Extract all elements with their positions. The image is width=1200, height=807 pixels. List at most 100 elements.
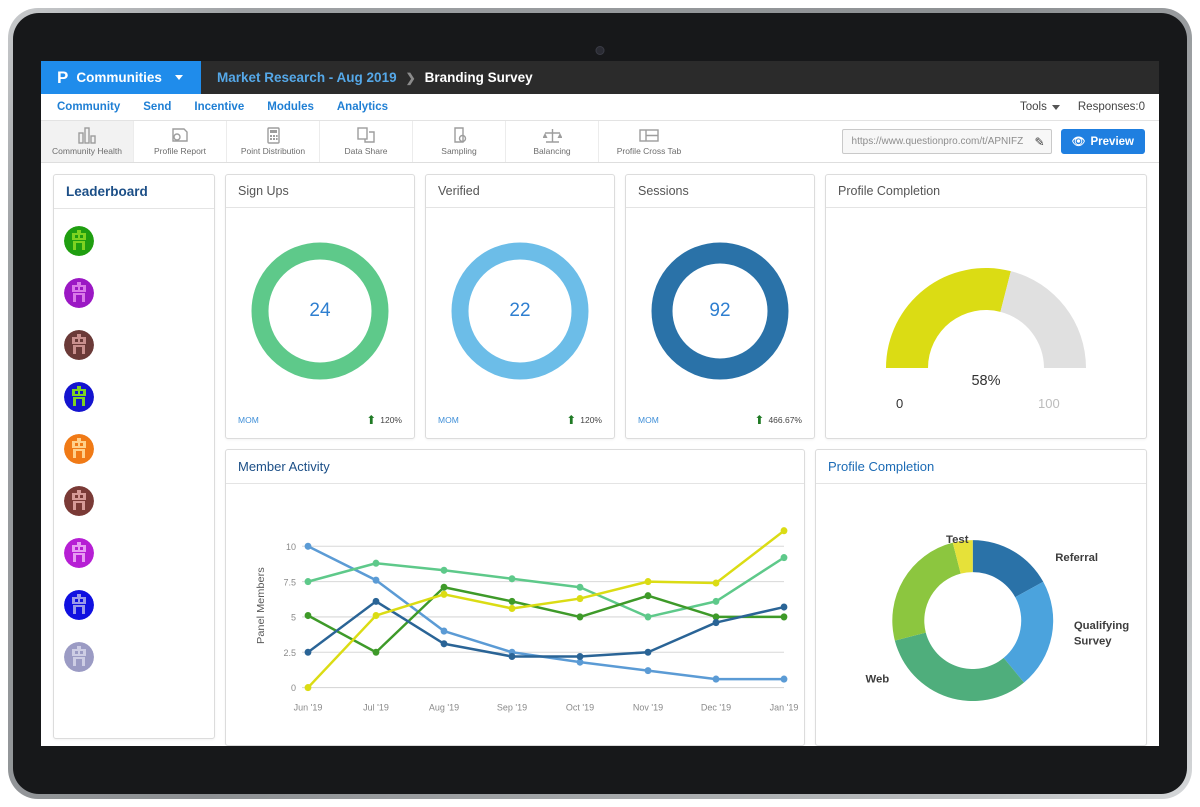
data-point <box>713 619 720 626</box>
data-point <box>781 676 788 683</box>
gauge-percent-label: 58% <box>971 373 1000 389</box>
top-bar: P Communities Market Research - Aug 2019… <box>41 61 1159 94</box>
breadcrumb: Market Research - Aug 2019 ❯ Branding Su… <box>201 61 533 94</box>
kpi-title: Verified <box>438 184 480 198</box>
y-tick-label: 7.5 <box>283 577 296 587</box>
kpi-delta: ⬆ 120% <box>366 414 402 426</box>
gauge-min-label: 0 <box>896 396 903 411</box>
leaderboard-row-info <box>103 500 204 503</box>
data-point <box>509 598 516 605</box>
chevron-down-icon <box>1052 105 1060 110</box>
bar-chart-icon <box>78 127 97 144</box>
toolbar-item-profile-report[interactable]: Profile Report <box>134 121 227 162</box>
breadcrumb-parent-link[interactable]: Market Research - Aug 2019 <box>217 70 397 85</box>
eye-icon: 👁 <box>1072 135 1086 148</box>
data-point <box>781 613 788 620</box>
leaderboard-row-info <box>103 604 204 607</box>
data-point <box>713 676 720 683</box>
leaderboard-row[interactable] <box>54 267 214 319</box>
leaderboard-row[interactable] <box>54 527 214 579</box>
leaderboard-row-info <box>103 344 204 347</box>
kpi-body: 92 <box>626 208 814 414</box>
x-tick-label: Dec '19 <box>701 702 731 712</box>
data-point <box>645 649 652 656</box>
nav-right-group: Tools Responses:0 <box>1020 101 1159 113</box>
mom-label[interactable]: MOM <box>238 415 259 425</box>
data-point <box>305 543 312 550</box>
profile-completion-donut-card: Profile Completion TestReferralQualifyin… <box>815 449 1147 746</box>
leaderboard-row[interactable] <box>54 475 214 527</box>
leaderboard-row[interactable] <box>54 631 214 683</box>
toolbar-item-profile-cross-tab[interactable]: Profile Cross Tab <box>599 121 699 162</box>
toolbar-item-sampling[interactable]: Sampling <box>413 121 506 162</box>
data-point <box>441 628 448 635</box>
kpi-delta: ⬆ 120% <box>566 414 602 426</box>
mom-label[interactable]: MOM <box>438 415 459 425</box>
leaderboard-row-info <box>103 448 204 451</box>
data-point <box>441 584 448 591</box>
x-tick-label: Aug '19 <box>429 702 459 712</box>
kpi-delta-value: 466.67% <box>768 415 802 425</box>
data-point <box>577 595 584 602</box>
gauge-fill-arc <box>886 268 1011 368</box>
leaderboard-row[interactable] <box>54 579 214 631</box>
avatar <box>64 226 94 256</box>
kpi-footer: MOM ⬆ 466.67% <box>626 414 814 438</box>
data-point <box>373 560 380 567</box>
preview-button[interactable]: 👁 Preview <box>1061 129 1145 154</box>
leaderboard-row[interactable] <box>54 319 214 371</box>
nav-item-analytics[interactable]: Analytics <box>337 101 388 113</box>
tablet-frame: P Communities Market Research - Aug 2019… <box>8 8 1192 799</box>
secondary-nav: Community Send Incentive Modules Analyti… <box>41 94 1159 121</box>
nav-item-incentive[interactable]: Incentive <box>194 101 244 113</box>
mom-label[interactable]: MOM <box>638 415 659 425</box>
x-tick-label: Nov '19 <box>633 702 663 712</box>
donut-slice-unlabeled <box>892 543 960 641</box>
data-point <box>713 598 720 605</box>
data-point <box>441 640 448 647</box>
avatar <box>64 486 94 516</box>
leaderboard-row[interactable] <box>54 423 214 475</box>
leaderboard-row-info <box>103 552 204 555</box>
leaderboard-row[interactable] <box>54 371 214 423</box>
tools-menu[interactable]: Tools <box>1020 101 1060 113</box>
tablet-inner-bezel: P Communities Market Research - Aug 2019… <box>13 13 1187 794</box>
app-screen: P Communities Market Research - Aug 2019… <box>41 61 1159 746</box>
nav-item-send[interactable]: Send <box>143 101 171 113</box>
kpi-footer: MOM ⬆ 120% <box>226 414 414 438</box>
pencil-icon[interactable]: ✎ <box>1034 135 1044 149</box>
gauge-card-profile-completion: Profile Completion 58% 0 100 <box>825 174 1147 439</box>
kpi-title: Sessions <box>638 184 689 198</box>
nav-item-community[interactable]: Community <box>57 101 120 113</box>
toolbar-item-point-distribution[interactable]: Point Distribution <box>227 121 320 162</box>
toolbar-item-community-health[interactable]: Community Health <box>41 121 134 162</box>
toolbar-item-data-share[interactable]: Data Share <box>320 121 413 162</box>
x-tick-label: Oct '19 <box>566 702 594 712</box>
dashboard: Leaderboard Sign Ups <box>41 164 1159 746</box>
brand-communities-menu[interactable]: P Communities <box>41 61 201 94</box>
kpi-card-sessions: Sessions 92 M <box>625 174 815 439</box>
gauge-body: 58% 0 100 <box>826 208 1146 438</box>
data-point <box>441 567 448 574</box>
y-tick-label: 0 <box>291 683 296 693</box>
nav-item-modules[interactable]: Modules <box>267 101 314 113</box>
kpi-card-verified: Verified 22 M <box>425 174 615 439</box>
module-toolbar: Community Health Profile Report <box>41 121 1159 163</box>
survey-url-field[interactable]: https://www.questionpro.com/t/APNIFZ ✎ <box>842 129 1052 154</box>
tools-label: Tools <box>1020 101 1047 113</box>
x-tick-label: Jul '19 <box>363 702 389 712</box>
toolbar-item-balancing[interactable]: Balancing <box>506 121 599 162</box>
donut-label-qualifying: Qualifying <box>1074 620 1129 632</box>
gauge-track-arc <box>1000 271 1086 368</box>
data-point <box>781 603 788 610</box>
toolbar-label: Profile Report <box>154 146 206 156</box>
data-point <box>577 613 584 620</box>
toolbar-label: Sampling <box>441 146 476 156</box>
line-chart: 02.557.510Panel MembersJun '19Jul '19Aug… <box>226 484 804 745</box>
kpi-header: Sign Ups <box>226 175 414 208</box>
member-activity-title: Member Activity <box>238 459 330 474</box>
kpi-title: Sign Ups <box>238 184 289 198</box>
donut-ring-signups: 24 <box>245 236 395 386</box>
leaderboard-row[interactable] <box>54 215 214 267</box>
kpi-value: 92 <box>645 236 795 386</box>
